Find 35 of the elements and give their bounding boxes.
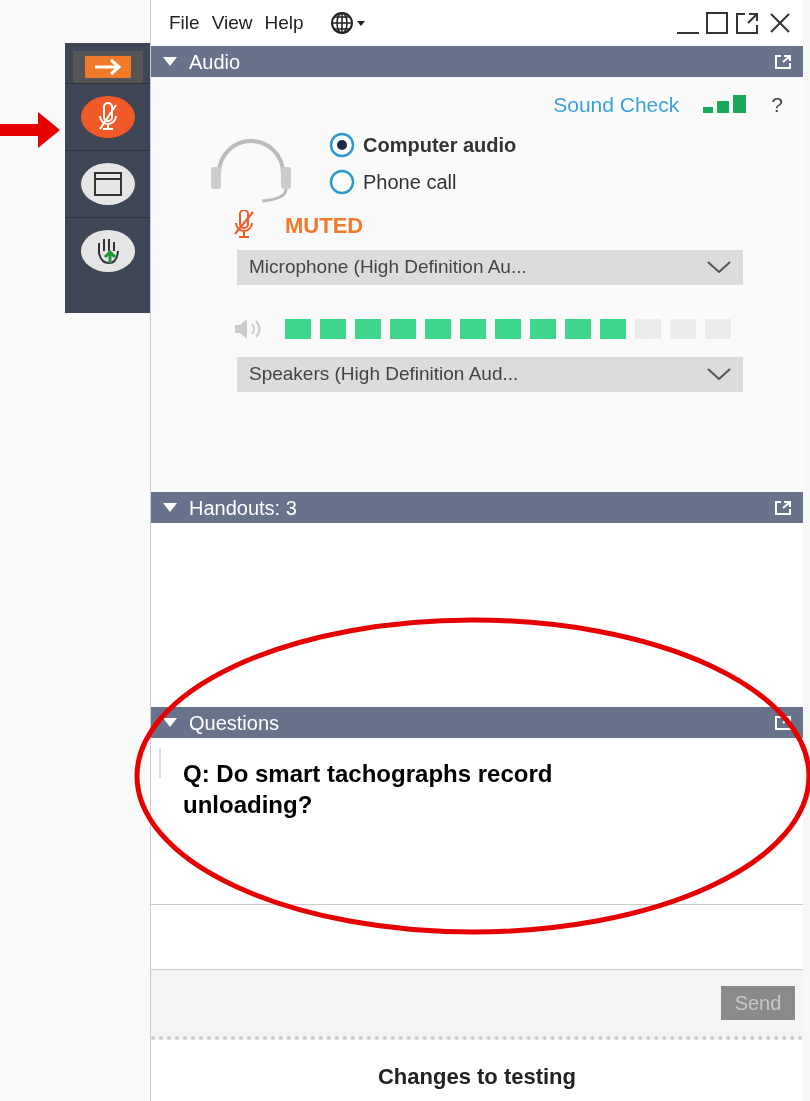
raise-hand-icon[interactable] [79,229,136,273]
section-title: Questions [189,710,281,736]
section-title: Handouts: 3 [189,495,298,521]
radio-button[interactable] [329,168,355,195]
muted-microphone-icon[interactable] [79,95,136,139]
collapse-triangle-icon[interactable] [163,56,177,67]
section-header[interactable]: Questions [151,707,803,738]
collapse-button[interactable] [72,51,143,83]
popout-icon[interactable] [775,715,791,730]
section-header[interactable]: Handouts: 3 [151,492,803,523]
signal-bars-icon [703,94,748,115]
globe-language-icon[interactable] [329,12,366,34]
popout-icon[interactable] [775,54,791,69]
question-text: Q: Do smart tachographs record unloading? [183,759,554,821]
menu-item[interactable]: File [167,8,202,38]
section-title: Audio [189,49,242,75]
chevron-down-icon [707,368,731,380]
menu-item[interactable]: Help [262,8,306,38]
menu-item[interactable]: View [209,8,255,38]
device-dropdown[interactable]: Microphone (High Definition Au... [237,249,743,285]
window-icon[interactable] [79,162,136,206]
footer-title: Changes to testing [378,1063,576,1091]
annotation-arrow [0,110,62,150]
device-dropdown[interactable]: Speakers (High Definition Aud... [237,356,743,392]
chevron-down-icon [707,261,731,273]
collapse-triangle-icon[interactable] [163,717,177,728]
radio-label: Phone call [363,169,457,195]
radio-button[interactable] [329,131,355,158]
section-header[interactable]: Audio [151,46,803,77]
arrow-right-icon [84,56,131,78]
popout-icon[interactable] [775,500,791,515]
muted-label: MUTED [285,211,364,240]
collapse-triangle-icon[interactable] [163,502,177,513]
help-button[interactable]: ? [771,89,783,121]
radio-label: Computer audio [363,132,517,158]
